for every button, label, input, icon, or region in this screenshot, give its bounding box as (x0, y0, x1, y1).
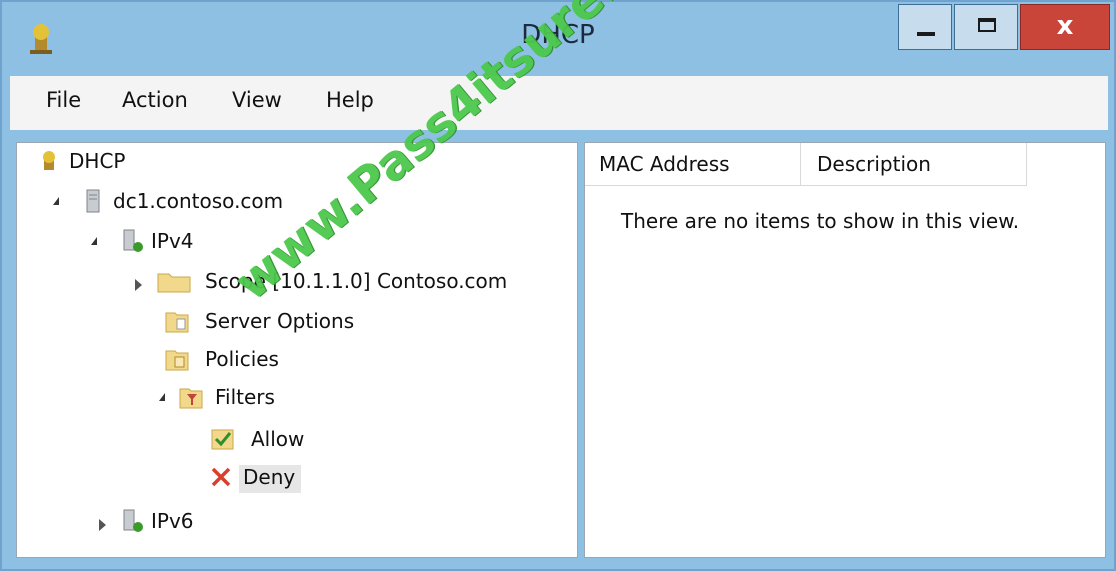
ipv4-icon (123, 229, 143, 252)
server-icon (86, 189, 100, 213)
deny-x-icon (211, 467, 231, 487)
dhcp-app-icon (43, 151, 55, 170)
close-button[interactable]: x (1020, 4, 1110, 50)
minimize-icon (917, 32, 935, 36)
expand-arrow-icon[interactable] (99, 519, 106, 531)
tree-node-label: IPv4 (151, 229, 194, 253)
filters-icon (179, 388, 203, 409)
folder-icon (157, 273, 191, 293)
collapse-arrow-icon[interactable] (159, 393, 165, 401)
minimize-button[interactable] (898, 4, 952, 50)
column-header-mac-address[interactable]: MAC Address (585, 143, 801, 185)
menu-action[interactable]: Action (122, 88, 188, 112)
menu-view[interactable]: View (232, 88, 282, 112)
tree-node-label: Allow (251, 427, 305, 451)
menu-help[interactable]: Help (326, 88, 374, 112)
tree-node-label: DHCP (69, 149, 126, 173)
expand-arrow-icon[interactable] (135, 279, 142, 291)
menu-bar: File Action View Help (10, 76, 1108, 130)
ipv6-icon (123, 509, 143, 532)
tree-node-label: Deny (239, 465, 302, 493)
close-icon: x (1056, 11, 1074, 41)
tree-node-label: Policies (205, 347, 279, 371)
policies-icon (165, 350, 189, 371)
tree-node-label: dc1.contoso.com (113, 189, 284, 213)
title-bar[interactable]: DHCP x (2, 2, 1114, 76)
server-options-icon (165, 312, 189, 333)
empty-list-message: There are no items to show in this view. (621, 209, 1020, 233)
list-header: MAC Address Description (585, 143, 1027, 186)
maximize-icon (978, 18, 996, 32)
collapse-arrow-icon[interactable] (53, 197, 59, 205)
maximize-button[interactable] (954, 4, 1018, 50)
console-tree[interactable]: DHCP dc1.contoso.com IPv4 Scope [10.1.1.… (16, 142, 578, 558)
tree-node-label: Server Options (205, 309, 355, 333)
details-pane[interactable]: MAC Address Description There are no ite… (584, 142, 1106, 558)
collapse-arrow-icon[interactable] (91, 237, 97, 245)
tree-node-label: Filters (215, 385, 275, 409)
dhcp-window: DHCP x File Action View Help DHCP dc1.co… (0, 0, 1116, 571)
menu-file[interactable]: File (46, 88, 81, 112)
allow-check-icon (211, 429, 234, 450)
tree-node-label: IPv6 (151, 509, 194, 533)
tree-node-label: Scope [10.1.1.0] Contoso.com (205, 269, 508, 293)
column-header-description[interactable]: Description (801, 143, 1027, 185)
